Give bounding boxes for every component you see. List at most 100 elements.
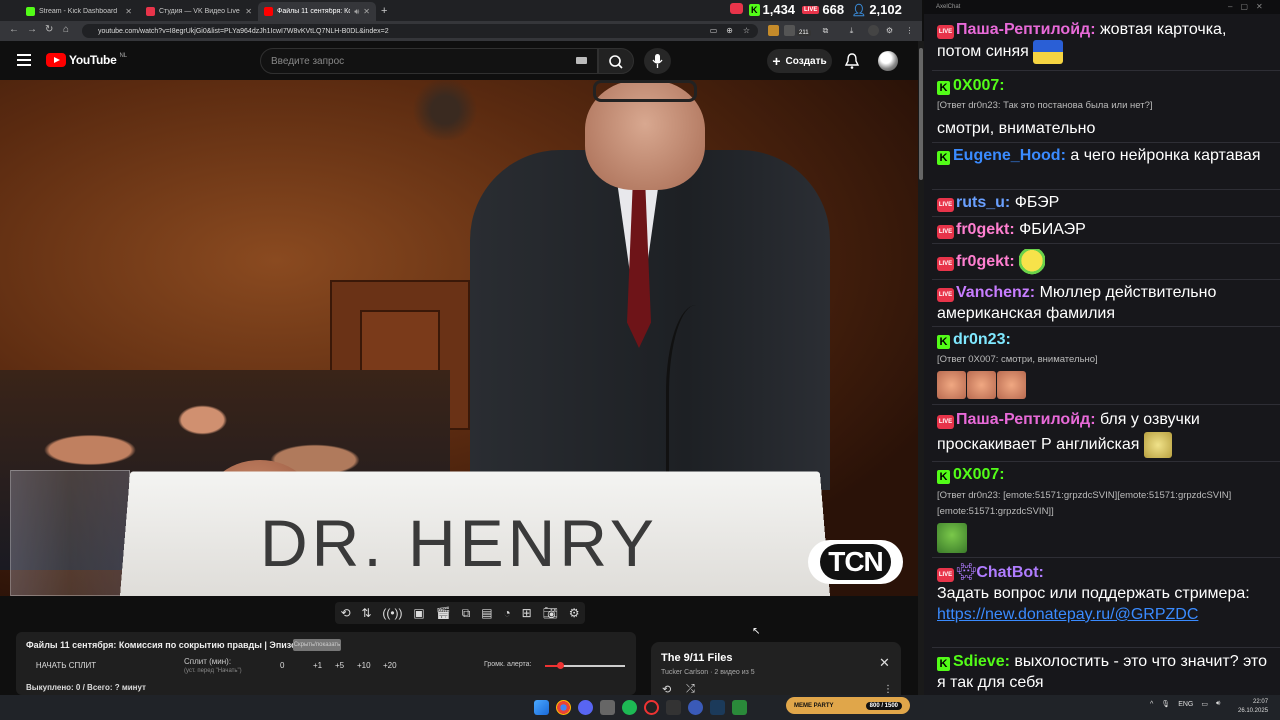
- microphone-icon: [652, 54, 663, 68]
- network-icon[interactable]: ▭: [1201, 700, 1208, 708]
- chrome-icon[interactable]: [556, 700, 571, 715]
- create-button[interactable]: + Создать: [767, 49, 832, 73]
- bookmark-star-icon[interactable]: ☆: [741, 25, 752, 36]
- alert-volume-knob[interactable]: [557, 662, 564, 669]
- kick-viewers: K 1,434: [749, 2, 795, 17]
- purchased-counter: Выкуплено: 0 / Всего: ? минут: [26, 683, 146, 692]
- search-button[interactable]: [598, 48, 634, 74]
- chat-divider: [932, 461, 1280, 462]
- start-split-button[interactable]: НАЧАТЬ СПЛИТ: [26, 659, 106, 673]
- menu-dots-icon[interactable]: ⋮: [904, 25, 915, 36]
- add-10-button[interactable]: +10: [357, 661, 371, 670]
- search-input[interactable]: Введите запрос: [260, 48, 598, 74]
- meme-party-bar[interactable]: MEME PARTY 800 / 1500: [786, 697, 910, 714]
- youtube-logo[interactable]: YouTube NL: [46, 53, 127, 67]
- chat-text: а чего нейронка картавая: [1070, 147, 1261, 164]
- voice-search-button[interactable]: [644, 48, 671, 74]
- volume-icon[interactable]: 🔊︎: [1216, 700, 1220, 708]
- kick-icon: K: [937, 657, 950, 671]
- broadcast-icon[interactable]: ((•)): [382, 606, 402, 620]
- spotify-icon[interactable]: [622, 700, 637, 715]
- url-field[interactable]: youtube.com/watch?v=I8egrUkjGi0&list=PLY…: [82, 24, 758, 38]
- speed-gauge-icon[interactable]: ◔: [503, 606, 510, 620]
- system-clock[interactable]: 22:07 26.10.2025: [1238, 698, 1268, 716]
- extension-icon[interactable]: [768, 25, 779, 36]
- camera-icon[interactable]: 📷︎: [543, 606, 558, 620]
- window-controls[interactable]: –▢✕: [1228, 2, 1271, 11]
- youtube-icon: [264, 7, 273, 16]
- hamburger-menu-icon[interactable]: [17, 54, 31, 66]
- install-icon[interactable]: ▭: [708, 25, 719, 36]
- country-code: NL: [119, 53, 128, 59]
- new-tab-button[interactable]: +: [381, 5, 387, 17]
- chat-divider: [932, 70, 1280, 71]
- account-avatar[interactable]: [878, 51, 898, 71]
- pig-emote: [997, 371, 1026, 399]
- chat-message: K Sdieve: выхолостить - это что значит? э…: [937, 651, 1273, 693]
- extension-icon[interactable]: [784, 25, 795, 36]
- chat-nick: ruts_u:: [956, 194, 1011, 211]
- keyboard-icon[interactable]: [576, 57, 587, 64]
- app-icon[interactable]: [600, 700, 615, 715]
- tab-vk-studio[interactable]: Студия — VK Видео Live ✕: [140, 2, 258, 21]
- close-icon[interactable]: ✕: [125, 7, 132, 16]
- close-icon[interactable]: ✕: [879, 655, 890, 671]
- app-icon[interactable]: [688, 700, 703, 715]
- discord-icon[interactable]: [578, 700, 593, 715]
- scrollbar-thumb[interactable]: [919, 48, 923, 180]
- chevron-up-icon[interactable]: ^: [1150, 701, 1153, 708]
- chat-text: смотри, внимательно: [937, 120, 1096, 137]
- app-icon[interactable]: [666, 700, 681, 715]
- profile-icon[interactable]: [868, 25, 879, 36]
- chat-divider: [932, 216, 1280, 217]
- reload-icon[interactable]: ↻: [45, 24, 53, 35]
- speaker-icon[interactable]: 🔊︎: [354, 7, 359, 17]
- loop-icon[interactable]: ⟲: [340, 606, 350, 620]
- video-player[interactable]: DR. HENRY TCN: [0, 80, 918, 596]
- clapper-icon[interactable]: 🎬︎: [436, 606, 451, 620]
- obs-icon[interactable]: [644, 700, 659, 715]
- picture-in-picture-icon[interactable]: ⧉: [462, 606, 471, 621]
- chat-nick: fr0gekt:: [956, 221, 1015, 238]
- tab-youtube-video[interactable]: Файлы 11 сентября: Комис 🔊︎ ✕: [258, 2, 376, 21]
- start-icon[interactable]: [534, 700, 549, 715]
- donate-link[interactable]: https://new.donatepay.ru/@GRPZDC: [937, 606, 1198, 623]
- more-vert-icon[interactable]: ⋮: [883, 684, 893, 695]
- vk-live-icon: LIVE: [937, 257, 954, 272]
- video-settings-icon[interactable]: ▣: [413, 606, 424, 620]
- close-icon[interactable]: ✕: [245, 7, 252, 16]
- chat-message: LIVE Паша-Рептилойд: бля у озвучки проска…: [937, 408, 1273, 458]
- frog-emote: [937, 523, 967, 553]
- playlist-title[interactable]: The 9/11 Files: [661, 652, 733, 664]
- add-20-button[interactable]: +20: [383, 661, 397, 670]
- sort-icon[interactable]: ⇅: [361, 606, 371, 620]
- vk-live-icon: LIVE: [937, 225, 954, 239]
- puzzle-icon[interactable]: ⧉: [820, 25, 831, 36]
- kick-icon: K: [937, 81, 950, 95]
- download-icon[interactable]: ⤓: [846, 25, 857, 36]
- microphone-icon[interactable]: 🎙︎: [1161, 700, 1170, 708]
- forward-icon[interactable]: →: [27, 24, 37, 35]
- home-icon[interactable]: ⌂: [63, 24, 69, 35]
- app-icon[interactable]: [732, 700, 747, 715]
- back-icon[interactable]: ←: [9, 24, 19, 35]
- translate-icon[interactable]: ⊕: [724, 25, 735, 36]
- add-1-button[interactable]: +1: [313, 661, 322, 670]
- film-strip-icon[interactable]: ▤: [481, 606, 492, 620]
- add-video-icon[interactable]: ⊞: [522, 606, 532, 620]
- steam-icon[interactable]: [710, 700, 725, 715]
- close-icon[interactable]: ✕: [363, 7, 370, 16]
- vk-live-icon: LIVE: [802, 5, 820, 14]
- gear-icon[interactable]: ⚙: [569, 606, 580, 620]
- cat-emote: [1143, 432, 1172, 458]
- language-indicator[interactable]: ENG: [1178, 701, 1193, 708]
- chat-divider: [932, 189, 1280, 190]
- split-minutes-value[interactable]: 0: [280, 661, 284, 670]
- add-5-button[interactable]: +5: [335, 661, 344, 670]
- playlist-subtitle: Tucker Carlson · 2 видео из 5: [661, 669, 755, 676]
- tab-label: Файлы 11 сентября: Комис: [277, 8, 351, 15]
- settings-icon[interactable]: ⚙: [884, 25, 895, 36]
- tab-kick-dashboard[interactable]: Stream - Kick Dashboard ✕: [20, 2, 138, 21]
- notifications-button[interactable]: [844, 52, 860, 75]
- hide-toggle-button[interactable]: Скрыть/показать: [293, 639, 341, 651]
